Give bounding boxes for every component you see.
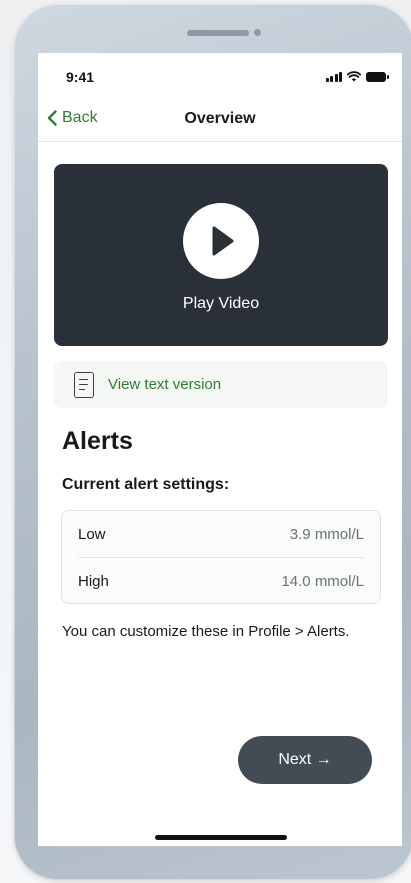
cellular-signal-icon [325,71,342,82]
status-bar: 9:41 [38,53,402,99]
home-indicator [155,835,287,840]
settings-heading: Current alert settings: [62,476,230,493]
status-icons [325,70,389,82]
front-camera [254,29,261,36]
setting-row-low: Low 3.9 mmol/L [78,511,364,558]
page-title: Overview [184,110,256,127]
view-text-version-link[interactable]: View text version [54,361,388,408]
status-time: 9:41 [66,69,95,85]
setting-value: 14.0 mmol/L [281,572,364,590]
wifi-icon [347,71,361,82]
setting-name: High [78,572,109,590]
setting-value: 3.9 mmol/L [289,525,364,543]
video-player[interactable]: Play Video [54,164,388,346]
document-icon [74,371,94,398]
alert-settings-card: Low 3.9 mmol/L High 14.0 mmol/L [61,510,381,604]
speaker-grille [187,30,249,36]
video-label: Play Video [182,295,260,312]
info-text: You can customize these in Profile > Ale… [62,623,350,640]
play-icon [212,226,234,256]
battery-icon [366,72,389,82]
section-title: Alerts [62,427,133,455]
text-version-label: View text version [108,376,222,393]
next-button[interactable]: Next → [238,736,372,784]
nav-bar: Back Overview [38,99,402,142]
stage: 9:41 Back Overview Play Video View text … [0,0,411,883]
play-button[interactable] [183,203,259,279]
phone-screen: 9:41 Back Overview Play Video View text … [38,53,402,846]
phone-frame: 9:41 Back Overview Play Video View text … [14,4,411,880]
setting-name: Low [78,525,106,543]
setting-row-high: High 14.0 mmol/L [78,558,364,604]
